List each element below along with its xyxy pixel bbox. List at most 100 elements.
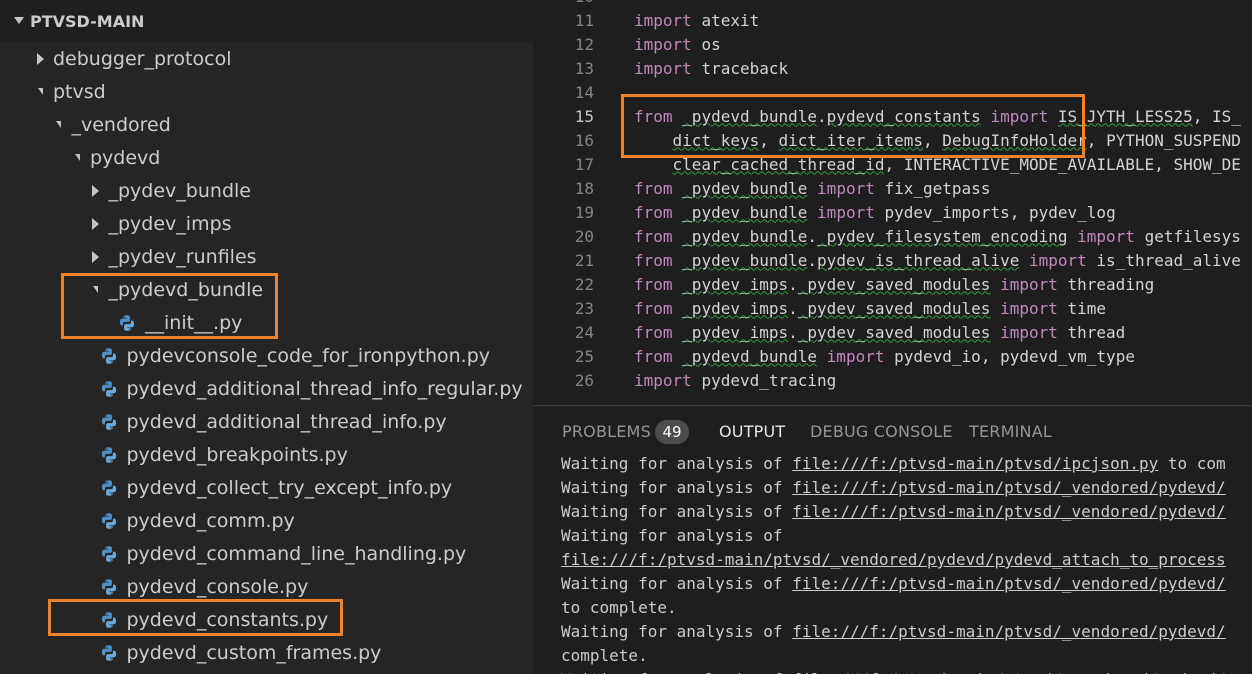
- folder-label: _pydev_imps: [108, 212, 232, 235]
- chevron-down-icon[interactable]: [14, 17, 24, 24]
- file-link[interactable]: file:///f:/ptvsd-main/ptvsd/_vendored/py…: [792, 670, 1225, 674]
- folder-label: _pydev_bundle: [108, 179, 251, 202]
- line-number: 24: [574, 322, 594, 342]
- python-file-icon: [99, 346, 119, 366]
- tab-problems[interactable]: PROBLEMS: [562, 422, 651, 441]
- code-line[interactable]: 16 dict_keys, dict_iter_items, DebugInfo…: [533, 128, 1252, 152]
- file-link[interactable]: file:///f:/ptvsd-main/ptvsd/_vendored/py…: [792, 478, 1225, 497]
- line-number: 10: [533, 0, 596, 6]
- file-item[interactable]: __init__.py: [0, 306, 533, 339]
- file-link[interactable]: file:///f:/ptvsd-main/ptvsd/_vendored/py…: [792, 574, 1225, 593]
- file-item[interactable]: pydevd_comm.py: [0, 504, 533, 537]
- chevron-down-icon[interactable]: [86, 286, 106, 293]
- file-item[interactable]: pydevd_console.py: [0, 570, 533, 603]
- tab-debug-console[interactable]: DEBUG CONSOLE: [810, 422, 953, 441]
- output-text: to complete.: [561, 598, 677, 617]
- chevron-right-icon[interactable]: [86, 217, 106, 230]
- file-label: pydevd_collect_try_except_info.py: [126, 476, 453, 499]
- chevron-down-icon[interactable]: [67, 154, 87, 161]
- file-item[interactable]: pydevd_constants.py: [0, 603, 533, 636]
- output-line: Waiting for analysis of file:///f:/ptvsd…: [561, 620, 1252, 644]
- file-label: pydevconsole_code_for_ironpython.py: [126, 344, 491, 367]
- output-line: Waiting for analysis of file:///f:/ptvsd…: [561, 500, 1252, 524]
- line-number: 19: [574, 202, 594, 222]
- output-text: Waiting for analysis of: [561, 454, 793, 473]
- code-line[interactable]: 23 from _pydev_imps._pydev_saved_modules …: [533, 296, 1252, 320]
- workspace-title[interactable]: PTVSD-MAIN: [30, 12, 144, 31]
- code-line[interactable]: 17 clear_cached_thread_id, INTERACTIVE_M…: [533, 152, 1252, 176]
- code-line[interactable]: 26 import pydevd_tracing: [533, 368, 1252, 392]
- chevron-right-icon[interactable]: [86, 184, 106, 197]
- tab-output[interactable]: OUTPUT: [719, 422, 785, 441]
- folder-item[interactable]: _pydevd_bundle: [0, 273, 533, 306]
- folder-item[interactable]: _pydev_bundle: [0, 174, 533, 207]
- output-log[interactable]: Waiting for analysis of file:///f:/ptvsd…: [561, 452, 1252, 674]
- code-text: from _pydev_bundle.pydev_is_thread_alive…: [634, 250, 1241, 270]
- output-line: Waiting for analysis of file:///f:/ptvsd…: [561, 668, 1252, 674]
- output-text: Waiting for analysis of: [561, 526, 783, 545]
- line-number: 22: [574, 274, 594, 294]
- code-line[interactable]: 18 from _pydev_bundle import fix_getpass: [533, 176, 1252, 200]
- python-file-icon: [99, 610, 119, 630]
- line-number: 17: [574, 154, 594, 174]
- code-text: from _pydevd_bundle.pydevd_constants imp…: [634, 106, 1241, 126]
- code-line[interactable]: 13 import traceback: [533, 56, 1252, 80]
- problems-count-badge: 49: [655, 420, 689, 444]
- file-link[interactable]: file:///f:/ptvsd-main/ptvsd/_vendored/py…: [792, 622, 1225, 641]
- code-text: import os: [634, 34, 721, 54]
- chevron-right-icon[interactable]: [86, 250, 106, 263]
- code-text: import atexit: [634, 10, 760, 30]
- code-line[interactable]: 20 from _pydev_bundle._pydev_filesystem_e…: [533, 224, 1252, 248]
- file-item[interactable]: pydevd_additional_thread_info.py: [0, 405, 533, 438]
- code-line[interactable]: 15 from _pydevd_bundle.pydevd_constants i…: [533, 104, 1252, 128]
- code-text: from _pydevd_bundle import pydevd_io, py…: [634, 346, 1135, 366]
- folder-item[interactable]: ptvsd: [0, 75, 533, 108]
- line-number: 13: [574, 58, 594, 78]
- code-line[interactable]: 25 from _pydevd_bundle import pydevd_io, …: [533, 344, 1252, 368]
- line-number: 26: [574, 370, 594, 390]
- output-text: to com: [1158, 454, 1226, 473]
- line-number: 25: [574, 346, 594, 366]
- file-item[interactable]: pydevd_breakpoints.py: [0, 438, 533, 471]
- code-editor[interactable]: 10 11 import atexit 12 import os 13 import tra…: [533, 0, 1252, 405]
- code-line[interactable]: 21 from _pydev_bundle.pydev_is_thread_ali…: [533, 248, 1252, 272]
- code-line[interactable]: 10: [533, 0, 1252, 8]
- folder-item[interactable]: _pydev_runfiles: [0, 240, 533, 273]
- folder-item[interactable]: debugger_protocol: [0, 42, 533, 75]
- chevron-down-icon[interactable]: [30, 88, 50, 95]
- tab-terminal[interactable]: TERMINAL: [969, 422, 1052, 441]
- code-line[interactable]: 24 from _pydev_imps._pydev_saved_modules …: [533, 320, 1252, 344]
- file-label: __init__.py: [145, 311, 243, 334]
- code-line[interactable]: 14: [533, 80, 1252, 104]
- file-item[interactable]: pydevd_command_line_handling.py: [0, 537, 533, 570]
- folder-item[interactable]: _pydev_imps: [0, 207, 533, 240]
- file-label: pydevd_comm.py: [126, 509, 295, 532]
- code-line[interactable]: 11 import atexit: [533, 8, 1252, 32]
- file-item[interactable]: pydevd_collect_try_except_info.py: [0, 471, 533, 504]
- code-line[interactable]: 12 import os: [533, 32, 1252, 56]
- code-line[interactable]: 19 from _pydev_bundle import pydev_import…: [533, 200, 1252, 224]
- code-line[interactable]: 22 from _pydev_imps._pydev_saved_modules …: [533, 272, 1252, 296]
- folder-label: debugger_protocol: [53, 47, 232, 70]
- chevron-down-icon[interactable]: [49, 121, 69, 128]
- file-link[interactable]: file:///f:/ptvsd-main/ptvsd/ipcjson.py: [792, 454, 1158, 473]
- code-text: from _pydev_imps._pydev_saved_modules im…: [634, 322, 1126, 342]
- file-link[interactable]: file:///f:/ptvsd-main/ptvsd/_vendored/py…: [561, 550, 1226, 569]
- file-item[interactable]: pydevconsole_code_for_ironpython.py: [0, 339, 533, 372]
- file-label: pydevd_custom_frames.py: [126, 641, 382, 664]
- code-text: from _pydev_imps._pydev_saved_modules im…: [634, 298, 1107, 318]
- file-label: pydevd_constants.py: [126, 608, 329, 631]
- folder-item[interactable]: pydevd: [0, 141, 533, 174]
- explorer-header[interactable]: PTVSD-MAIN: [0, 0, 533, 42]
- file-item[interactable]: pydevd_custom_frames.py: [0, 636, 533, 669]
- file-link[interactable]: file:///f:/ptvsd-main/ptvsd/_vendored/py…: [792, 502, 1225, 521]
- file-item[interactable]: pydevd_additional_thread_info_regular.py: [0, 372, 533, 405]
- chevron-right-icon[interactable]: [30, 52, 50, 65]
- folder-item[interactable]: _vendored: [0, 108, 533, 141]
- output-text: Waiting for analysis of: [561, 502, 793, 521]
- file-label: pydevd_additional_thread_info_regular.py: [126, 377, 523, 400]
- line-number: 21: [574, 250, 594, 270]
- file-label: pydevd_additional_thread_info.py: [126, 410, 447, 433]
- file-label: pydevd_command_line_handling.py: [126, 542, 467, 565]
- output-text: Waiting for analysis of: [561, 478, 793, 497]
